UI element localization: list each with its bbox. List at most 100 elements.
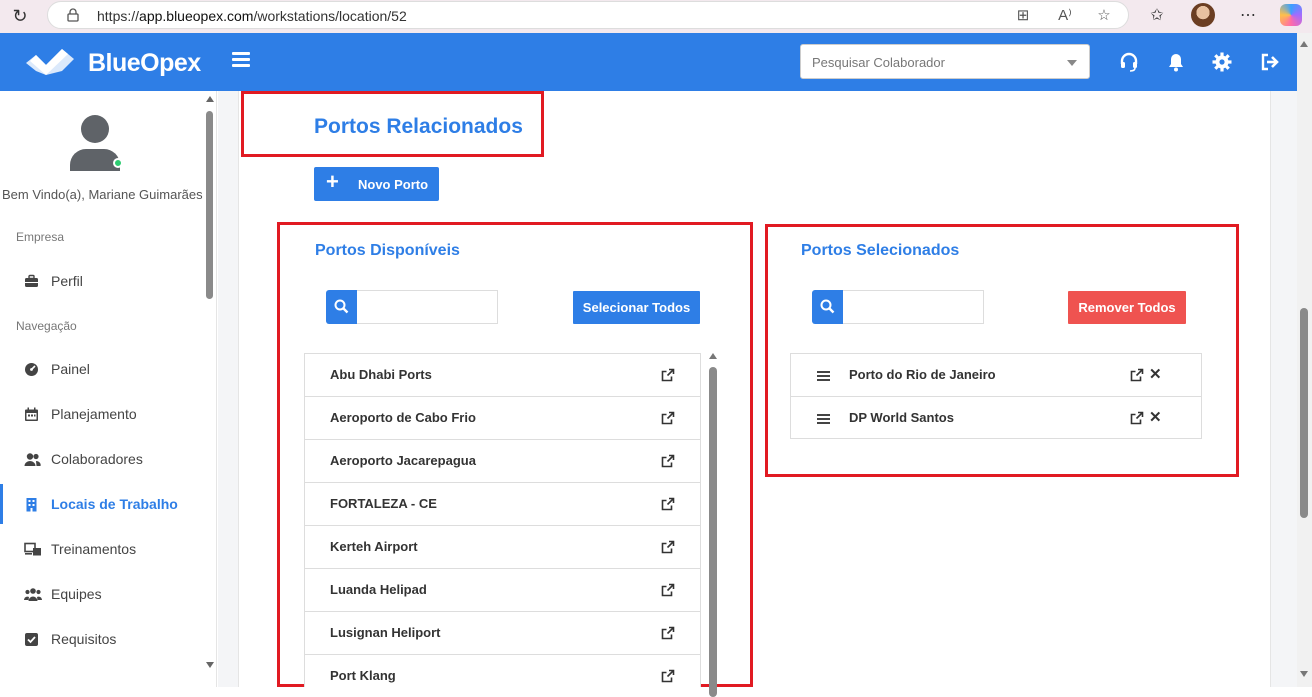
- online-status-dot: [113, 158, 123, 168]
- external-link-icon[interactable]: [1130, 368, 1144, 382]
- scroll-up-icon: [1300, 41, 1308, 47]
- external-link-icon[interactable]: [661, 411, 675, 425]
- new-port-button[interactable]: + Novo Porto: [314, 167, 439, 201]
- sidebar-item-label: Equipes: [51, 586, 102, 602]
- team-icon: [24, 588, 42, 601]
- select-all-button[interactable]: Selecionar Todos: [573, 291, 700, 324]
- port-name: Kerteh Airport: [330, 539, 418, 554]
- page-scrollbar[interactable]: [1297, 33, 1312, 687]
- available-port-row[interactable]: Aeroporto Jacarepagua: [305, 440, 700, 483]
- sidebar-item-label: Locais de Trabalho: [51, 496, 178, 512]
- available-port-row[interactable]: Abu Dhabi Ports: [305, 354, 700, 397]
- sidebar-scroll-thumb[interactable]: [206, 111, 213, 299]
- sidebar-item-label: Perfil: [51, 273, 83, 289]
- available-port-row[interactable]: Aeroporto de Cabo Frio: [305, 397, 700, 440]
- search-collaborator-placeholder: Pesquisar Colaborador: [812, 55, 945, 70]
- search-collaborator-select[interactable]: Pesquisar Colaborador: [800, 44, 1090, 79]
- close-icon[interactable]: ✕: [1149, 408, 1162, 426]
- main-content: Portos Relacionados + Novo Porto Portos …: [218, 91, 1297, 697]
- available-port-row[interactable]: Kerteh Airport: [305, 526, 700, 569]
- port-name: Porto do Rio de Janeiro: [849, 367, 996, 382]
- available-list-scroll-thumb[interactable]: [709, 367, 717, 697]
- scroll-down-icon: [206, 662, 214, 668]
- calendar-icon: [25, 407, 38, 421]
- selected-search-input[interactable]: [843, 290, 984, 324]
- sidebar-item-label: Requisitos: [51, 631, 117, 647]
- external-link-icon[interactable]: [661, 368, 675, 382]
- remove-all-button[interactable]: Remover Todos: [1068, 291, 1186, 324]
- available-port-row[interactable]: FORTALEZA - CE: [305, 483, 700, 526]
- page-title: Portos Relacionados: [314, 115, 523, 138]
- port-name: Luanda Helipad: [330, 582, 427, 597]
- section-navegacao: Navegação: [16, 319, 77, 333]
- menu-toggle-icon[interactable]: [232, 52, 250, 68]
- drag-handle-icon[interactable]: [817, 371, 830, 381]
- scroll-up-icon: [709, 353, 717, 359]
- headset-icon[interactable]: [1118, 51, 1140, 73]
- favorites-icon[interactable]: ✩: [1146, 5, 1168, 27]
- external-link-icon[interactable]: [661, 497, 675, 511]
- sidebar-item-painel[interactable]: Painel: [0, 349, 202, 389]
- drag-handle-icon[interactable]: [817, 414, 830, 424]
- external-link-icon[interactable]: [661, 540, 675, 554]
- chevron-down-icon: [1067, 60, 1077, 66]
- dashboard-icon: [25, 363, 38, 376]
- highlight-selected-box: [765, 224, 1239, 477]
- port-name: FORTALEZA - CE: [330, 496, 437, 511]
- search-button[interactable]: [812, 290, 843, 324]
- external-link-icon[interactable]: [661, 583, 675, 597]
- selected-port-row[interactable]: DP World Santos ✕: [791, 397, 1201, 438]
- copilot-icon[interactable]: [1280, 4, 1302, 26]
- available-port-row[interactable]: Luanda Helipad: [305, 569, 700, 612]
- reload-icon[interactable]: ↻: [8, 4, 32, 28]
- available-ports-title: Portos Disponíveis: [315, 242, 460, 259]
- section-empresa: Empresa: [16, 230, 65, 244]
- briefcase-icon: [25, 274, 38, 287]
- sidebar-item-colaboradores[interactable]: Colaboradores: [0, 439, 202, 479]
- sidebar-item-label: Colaboradores: [51, 451, 143, 467]
- bell-icon[interactable]: [1165, 51, 1187, 73]
- page-scroll-thumb[interactable]: [1300, 308, 1308, 518]
- available-port-row[interactable]: Lusignan Heliport: [305, 612, 700, 655]
- sidebar: Bem Vindo(a), Mariane Guimarães Empresa …: [0, 91, 217, 687]
- available-list-scrollbar[interactable]: [707, 353, 719, 697]
- logout-icon[interactable]: [1259, 51, 1281, 73]
- sidebar-item-planejamento[interactable]: Planejamento: [0, 394, 202, 434]
- gear-icon[interactable]: [1211, 51, 1233, 73]
- browser-toolbar: ↻ https://app.blueopex.com/workstations/…: [0, 0, 1312, 33]
- selected-ports-list: Porto do Rio de Janeiro ✕ DP World Santos ✕: [790, 353, 1202, 439]
- search-icon: [820, 299, 835, 314]
- read-aloud-icon[interactable]: A⁾: [1055, 6, 1075, 26]
- welcome-text: Bem Vindo(a), Mariane Guimarães: [2, 187, 203, 202]
- profile-avatar[interactable]: [1191, 3, 1215, 27]
- external-link-icon[interactable]: [661, 626, 675, 640]
- address-bar[interactable]: https://app.blueopex.com/workstations/lo…: [47, 1, 1129, 29]
- training-icon: [24, 542, 41, 556]
- more-icon[interactable]: ⋯: [1237, 5, 1259, 27]
- external-link-icon[interactable]: [1130, 411, 1144, 425]
- available-search: [326, 290, 498, 324]
- search-button[interactable]: [326, 290, 357, 324]
- selected-ports-title: Portos Selecionados: [801, 242, 960, 259]
- sidebar-scrollbar[interactable]: [202, 91, 216, 674]
- app-header: BlueOpex Pesquisar Colaborador: [0, 33, 1297, 91]
- sidebar-item-equipes[interactable]: Equipes: [0, 574, 202, 614]
- search-icon: [334, 299, 349, 314]
- close-icon[interactable]: ✕: [1149, 365, 1162, 383]
- available-search-input[interactable]: [357, 290, 498, 324]
- external-link-icon[interactable]: [661, 669, 675, 683]
- building-icon: [26, 498, 37, 512]
- sidebar-item-perfil[interactable]: Perfil: [0, 261, 202, 301]
- sidebar-item-requisitos[interactable]: Requisitos: [0, 619, 202, 659]
- sidebar-item-locais-de-trabalho[interactable]: Locais de Trabalho: [0, 484, 202, 524]
- external-link-icon[interactable]: [661, 454, 675, 468]
- sidebar-item-treinamentos[interactable]: Treinamentos: [0, 529, 202, 569]
- checkbox-icon: [25, 633, 38, 646]
- sidebar-item-label: Painel: [51, 361, 90, 377]
- selected-port-row[interactable]: Porto do Rio de Janeiro ✕: [791, 354, 1201, 397]
- brand-name: BlueOpex: [88, 49, 201, 77]
- sidebar-item-label: Planejamento: [51, 406, 137, 422]
- available-port-row[interactable]: Port Klang: [305, 655, 700, 687]
- apps-icon[interactable]: ⊞: [1013, 6, 1033, 26]
- favorite-star-icon[interactable]: ☆: [1094, 6, 1114, 26]
